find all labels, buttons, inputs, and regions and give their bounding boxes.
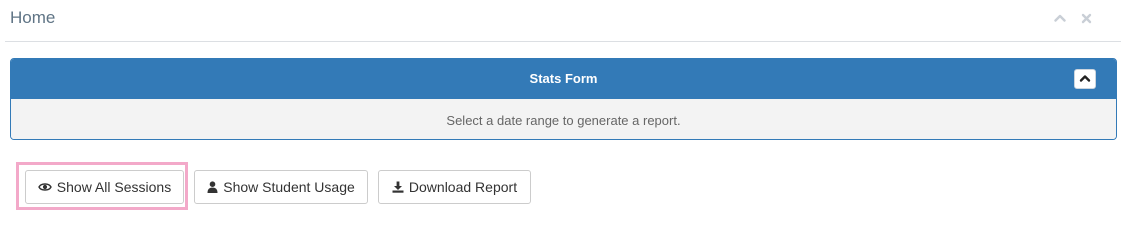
show-all-sessions-label: Show All Sessions <box>56 179 172 195</box>
show-student-usage-label: Show Student Usage <box>223 179 355 195</box>
panel-body: Select a date range to generate a report… <box>11 99 1116 139</box>
page-header: Home <box>0 0 1131 42</box>
download-report-button[interactable]: Download Report <box>378 170 531 204</box>
panel-hint: Select a date range to generate a report… <box>446 113 681 128</box>
chevron-up-icon <box>1079 70 1091 88</box>
page-title: Home <box>10 8 56 27</box>
download-icon <box>392 181 404 193</box>
close-icon[interactable] <box>1079 11 1093 25</box>
panel-heading: Stats Form <box>11 59 1116 99</box>
chevron-up-icon[interactable] <box>1053 11 1067 25</box>
panel-collapse-button[interactable] <box>1074 69 1096 89</box>
header-controls <box>1053 11 1093 25</box>
page: Home Stats Form Select a date range to g… <box>0 0 1131 212</box>
stats-form-panel: Stats Form Select a date range to genera… <box>10 58 1117 140</box>
header-divider <box>5 41 1121 42</box>
eye-icon <box>38 182 52 192</box>
panel-title: Stats Form <box>529 71 598 86</box>
user-icon <box>207 181 218 193</box>
download-report-label: Download Report <box>408 179 518 195</box>
show-student-usage-button[interactable]: Show Student Usage <box>194 170 368 204</box>
show-all-sessions-button[interactable]: Show All Sessions <box>25 170 184 204</box>
